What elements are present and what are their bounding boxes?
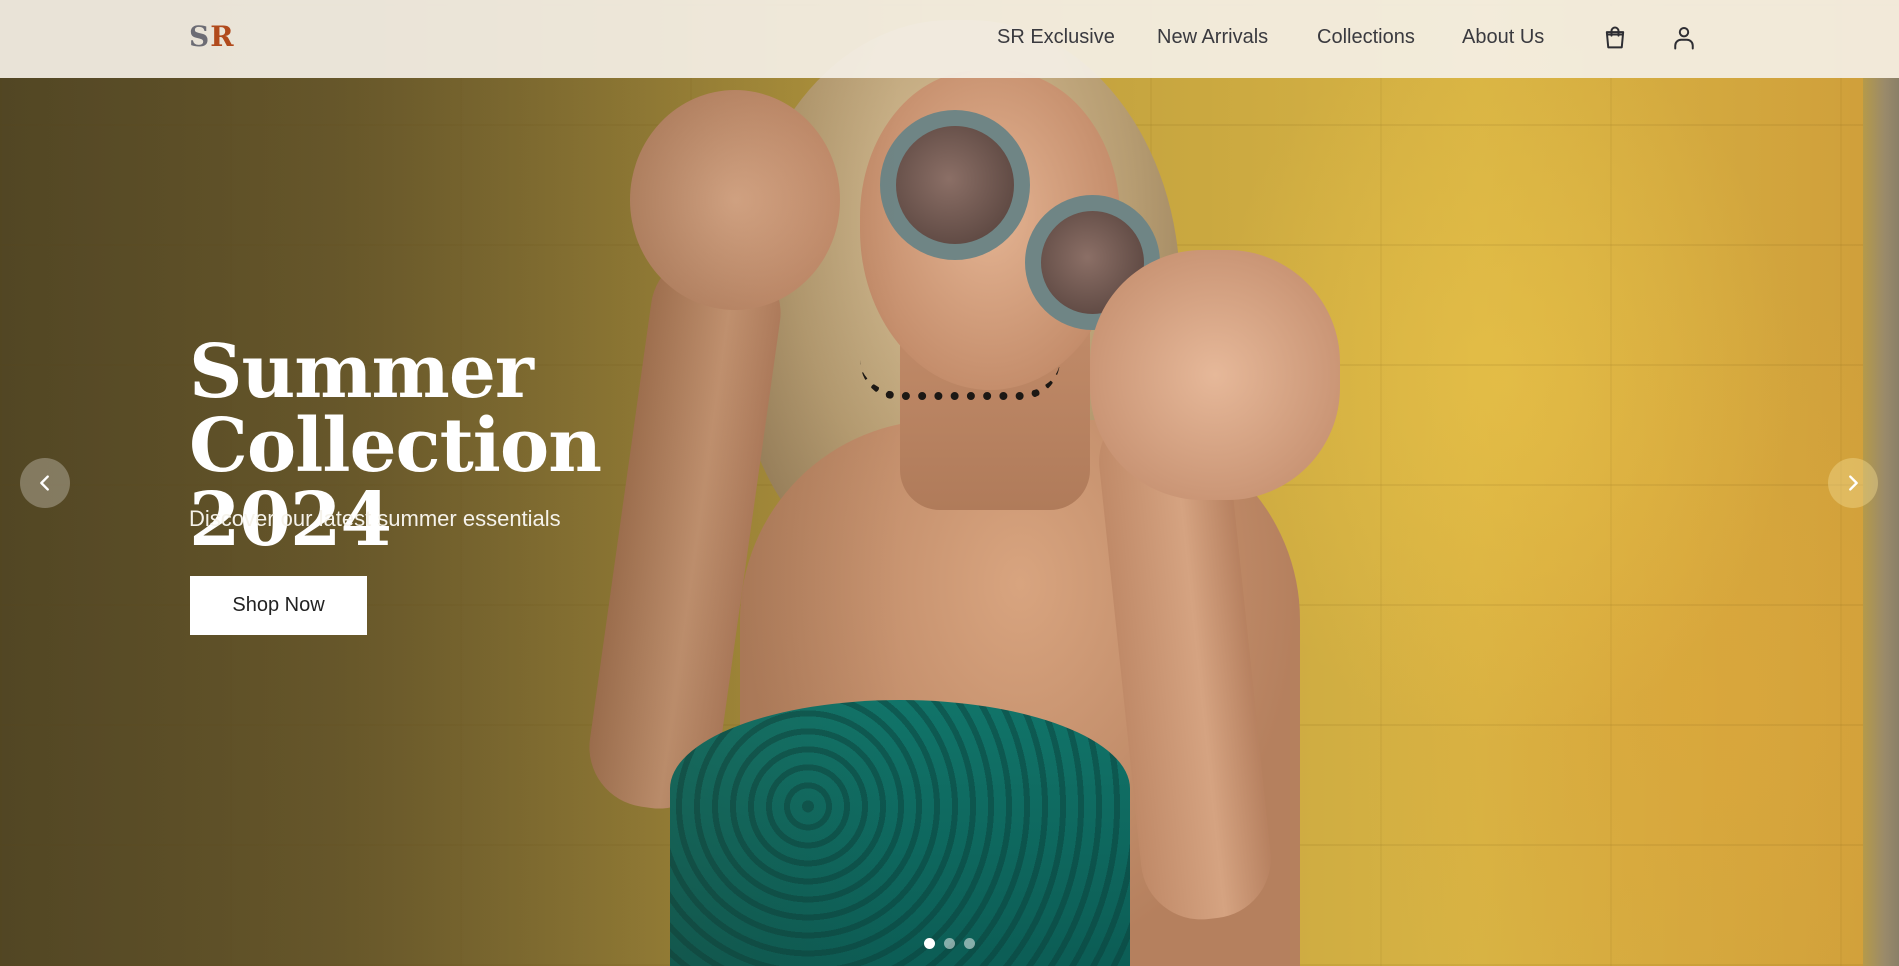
logo-letter-r: R xyxy=(210,20,235,53)
nav-sr-exclusive[interactable]: SR Exclusive xyxy=(997,26,1115,49)
nav-collections[interactable]: Collections xyxy=(1317,26,1415,49)
carousel-prev-button[interactable] xyxy=(20,458,70,508)
brand-logo[interactable]: SR xyxy=(189,20,235,53)
carousel-dots xyxy=(924,938,975,949)
hero-title-line2: Collection 2024 xyxy=(189,403,602,563)
nav-about-us[interactable]: About Us xyxy=(1462,26,1544,49)
carousel-dot-1[interactable] xyxy=(924,938,935,949)
site-header: SR SR Exclusive New Arrivals Collections… xyxy=(0,0,1899,78)
hero-subtitle: Discover our latest summer essentials xyxy=(189,506,561,531)
shopping-bag-icon xyxy=(1605,26,1625,49)
sunglasses-lens-left xyxy=(880,110,1030,260)
carousel-dot-3[interactable] xyxy=(964,938,975,949)
chevron-right-icon xyxy=(1849,475,1858,491)
carousel-dot-2[interactable] xyxy=(944,938,955,949)
wall-pillar xyxy=(1863,78,1899,966)
carousel-next-button[interactable] xyxy=(1828,458,1878,508)
shop-now-button[interactable]: Shop Now xyxy=(190,576,367,635)
nav-new-arrivals[interactable]: New Arrivals xyxy=(1157,26,1268,49)
user-icon xyxy=(1674,26,1694,50)
account-button[interactable] xyxy=(1668,22,1700,54)
cart-button[interactable] xyxy=(1599,22,1631,54)
chevron-left-icon xyxy=(40,475,49,491)
logo-letter-s: S xyxy=(189,20,211,53)
model-hand-right xyxy=(1090,250,1340,500)
